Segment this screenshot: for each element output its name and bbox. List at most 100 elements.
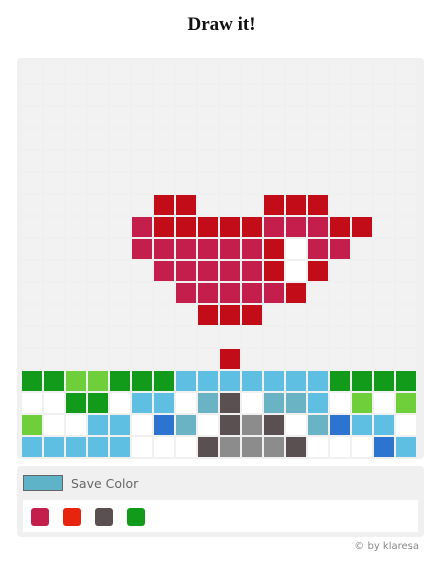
grid-cell[interactable] — [374, 415, 394, 435]
grid-cell[interactable] — [88, 415, 108, 435]
grid-cell[interactable] — [264, 217, 284, 237]
grid-cell[interactable] — [176, 173, 196, 193]
grid-cell[interactable] — [110, 63, 130, 83]
grid-cell[interactable] — [176, 63, 196, 83]
grid-cell[interactable] — [220, 393, 240, 413]
grid-cell[interactable] — [198, 327, 218, 347]
grid-cell[interactable] — [154, 283, 174, 303]
grid-cell[interactable] — [66, 173, 86, 193]
grid-cell[interactable] — [330, 217, 350, 237]
grid-cell[interactable] — [352, 283, 372, 303]
grid-cell[interactable] — [44, 305, 64, 325]
grid-cell[interactable] — [198, 173, 218, 193]
grid-cell[interactable] — [396, 349, 416, 369]
grid-cell[interactable] — [22, 261, 42, 281]
grid-cell[interactable] — [330, 173, 350, 193]
grid-cell[interactable] — [352, 261, 372, 281]
grid-cell[interactable] — [44, 437, 64, 457]
grid-cell[interactable] — [110, 305, 130, 325]
grid-cell[interactable] — [44, 239, 64, 259]
grid-cell[interactable] — [286, 195, 306, 215]
grid-cell[interactable] — [88, 393, 108, 413]
grid-cell[interactable] — [286, 173, 306, 193]
grid-cell[interactable] — [154, 63, 174, 83]
grid-cell[interactable] — [22, 63, 42, 83]
grid-cell[interactable] — [330, 261, 350, 281]
grid-cell[interactable] — [286, 261, 306, 281]
grid-cell[interactable] — [110, 283, 130, 303]
grid-cell[interactable] — [88, 239, 108, 259]
grid-cell[interactable] — [88, 85, 108, 105]
grid-cell[interactable] — [176, 437, 196, 457]
grid-cell[interactable] — [22, 195, 42, 215]
grid-cell[interactable] — [88, 327, 108, 347]
grid-cell[interactable] — [44, 63, 64, 83]
grid-cell[interactable] — [220, 349, 240, 369]
grid-cell[interactable] — [308, 349, 328, 369]
grid-cell[interactable] — [154, 305, 174, 325]
grid-cell[interactable] — [132, 261, 152, 281]
grid-cell[interactable] — [44, 173, 64, 193]
grid-cell[interactable] — [308, 195, 328, 215]
grid-cell[interactable] — [308, 305, 328, 325]
grid-cell[interactable] — [88, 437, 108, 457]
grid-cell[interactable] — [352, 63, 372, 83]
grid-cell[interactable] — [242, 85, 262, 105]
grid-cell[interactable] — [22, 239, 42, 259]
grid-cell[interactable] — [154, 327, 174, 347]
grid-cell[interactable] — [154, 437, 174, 457]
grid-cell[interactable] — [154, 239, 174, 259]
grid-cell[interactable] — [88, 283, 108, 303]
grid-cell[interactable] — [198, 437, 218, 457]
grid-cell[interactable] — [22, 129, 42, 149]
grid-cell[interactable] — [198, 129, 218, 149]
grid-cell[interactable] — [286, 107, 306, 127]
grid-cell[interactable] — [66, 437, 86, 457]
grid-cell[interactable] — [352, 85, 372, 105]
grid-cell[interactable] — [176, 349, 196, 369]
grid-cell[interactable] — [286, 415, 306, 435]
grid-cell[interactable] — [22, 283, 42, 303]
grid-cell[interactable] — [330, 393, 350, 413]
grid-cell[interactable] — [110, 151, 130, 171]
grid-cell[interactable] — [352, 129, 372, 149]
grid-cell[interactable] — [132, 107, 152, 127]
grid-cell[interactable] — [88, 261, 108, 281]
grid-cell[interactable] — [132, 393, 152, 413]
grid-cell[interactable] — [176, 107, 196, 127]
grid-cell[interactable] — [132, 437, 152, 457]
grid-cell[interactable] — [66, 393, 86, 413]
grid-cell[interactable] — [154, 195, 174, 215]
grid-cell[interactable] — [308, 151, 328, 171]
grid-cell[interactable] — [88, 195, 108, 215]
grid-cell[interactable] — [374, 195, 394, 215]
grid-cell[interactable] — [110, 437, 130, 457]
grid-cell[interactable] — [220, 327, 240, 347]
grid-cell[interactable] — [176, 129, 196, 149]
grid-cell[interactable] — [374, 63, 394, 83]
grid-cell[interactable] — [396, 217, 416, 237]
grid-cell[interactable] — [44, 393, 64, 413]
grid-cell[interactable] — [176, 327, 196, 347]
grid-cell[interactable] — [286, 393, 306, 413]
grid-cell[interactable] — [308, 173, 328, 193]
grid-cell[interactable] — [198, 107, 218, 127]
grid-cell[interactable] — [374, 239, 394, 259]
grid-cell[interactable] — [396, 283, 416, 303]
grid-cell[interactable] — [374, 371, 394, 391]
grid-cell[interactable] — [264, 85, 284, 105]
grid-cell[interactable] — [308, 393, 328, 413]
grid-cell[interactable] — [44, 349, 64, 369]
grid-cell[interactable] — [374, 151, 394, 171]
grid-cell[interactable] — [220, 85, 240, 105]
grid-cell[interactable] — [308, 107, 328, 127]
grid-cell[interactable] — [154, 415, 174, 435]
grid-cell[interactable] — [286, 305, 306, 325]
grid-cell[interactable] — [374, 283, 394, 303]
grid-cell[interactable] — [286, 85, 306, 105]
grid-cell[interactable] — [330, 151, 350, 171]
grid-cell[interactable] — [198, 195, 218, 215]
grid-cell[interactable] — [308, 261, 328, 281]
grid-cell[interactable] — [264, 151, 284, 171]
grid-cell[interactable] — [132, 63, 152, 83]
